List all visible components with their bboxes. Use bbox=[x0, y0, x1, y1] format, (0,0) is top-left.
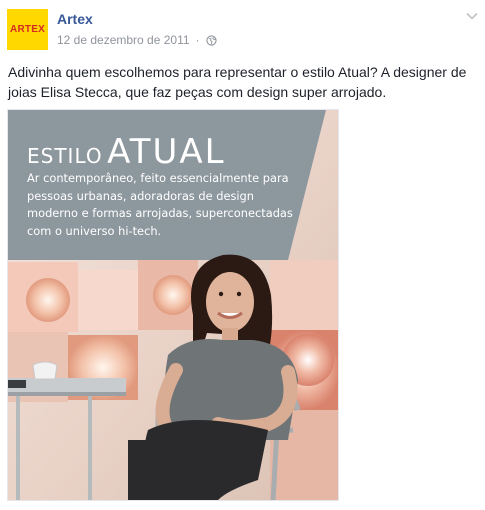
page-name-link[interactable]: Artex bbox=[57, 11, 93, 27]
banner-title-estilo: ESTILO bbox=[27, 144, 103, 168]
meta-separator: · bbox=[195, 33, 200, 47]
globe-icon[interactable] bbox=[205, 34, 217, 46]
post-photo[interactable]: ESTILO ATUAL Ar contemporâneo, feito ess… bbox=[7, 109, 339, 501]
banner-title-atual: ATUAL bbox=[107, 132, 226, 172]
page-avatar[interactable]: ARTEX bbox=[7, 9, 48, 50]
post-meta: 12 de dezembro de 2011 · bbox=[57, 33, 217, 47]
post-timestamp-link[interactable]: 12 de dezembro de 2011 bbox=[57, 33, 190, 47]
chevron-down-icon[interactable] bbox=[466, 12, 478, 20]
banner-title: ESTILO ATUAL bbox=[27, 132, 226, 172]
post-message: Adivinha quem escolhemos para representa… bbox=[8, 64, 467, 100]
avatar-logo-text: ARTEX bbox=[10, 24, 45, 35]
banner-description: Ar contemporâneo, feito essencialmente p… bbox=[27, 171, 293, 238]
